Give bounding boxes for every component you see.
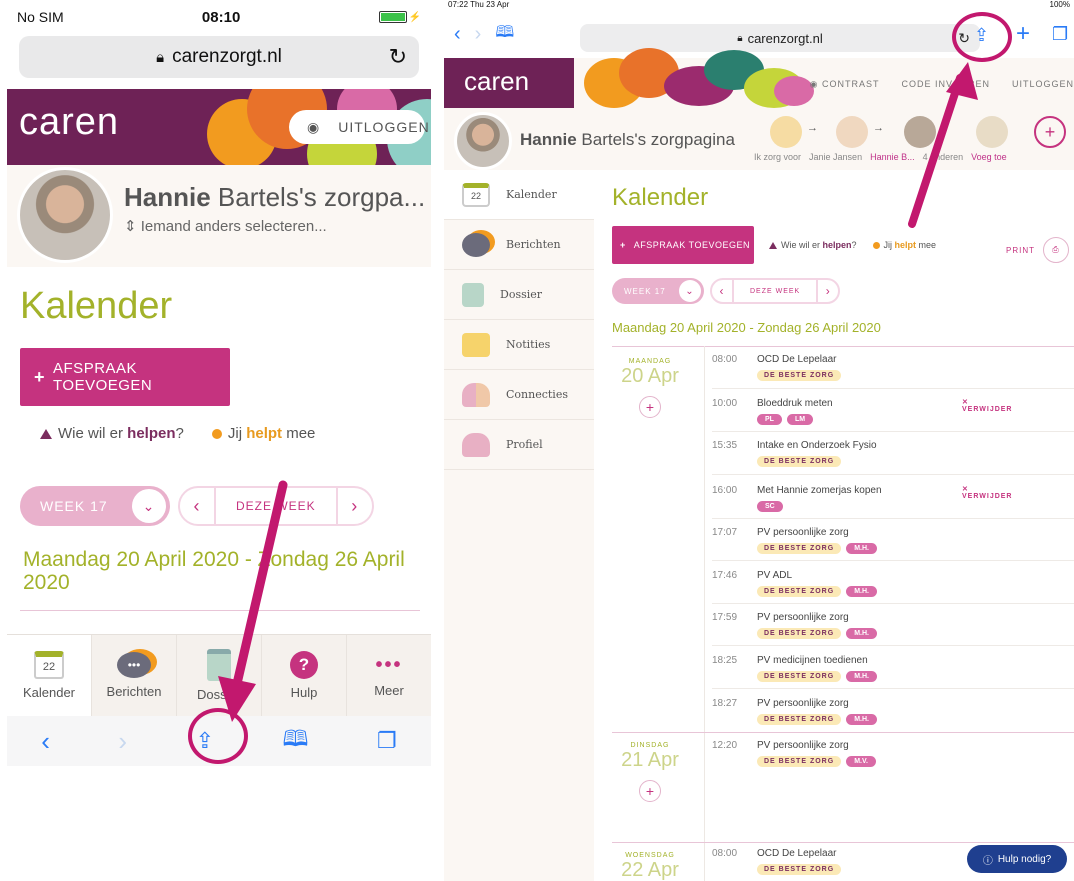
annotation-arrow — [908, 62, 978, 228]
